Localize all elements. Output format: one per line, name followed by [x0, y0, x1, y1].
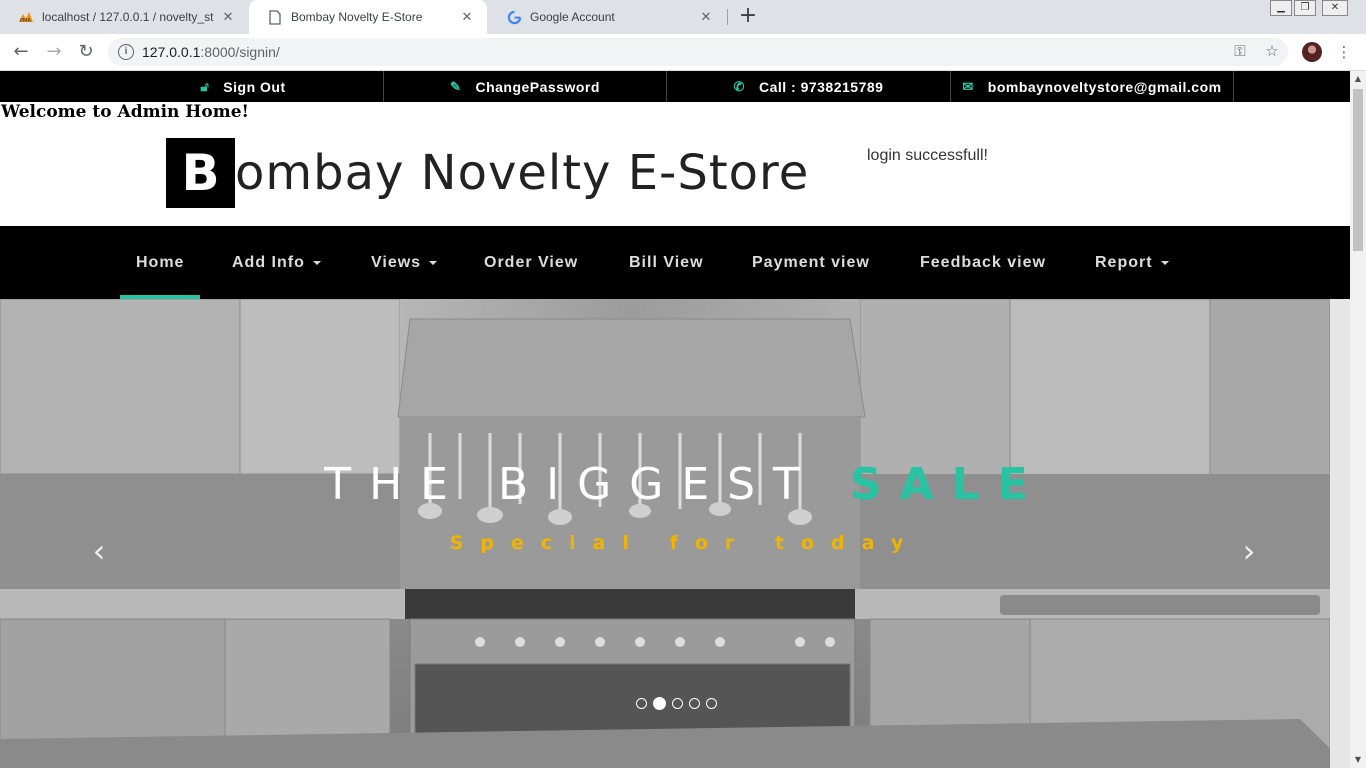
nav-views[interactable]: Views — [371, 226, 438, 299]
browser-tab-strip: PMA localhost / 127.0.0.1 / novelty_stc … — [0, 0, 1366, 34]
back-icon[interactable]: ← — [9, 40, 33, 64]
scrollbar-thumb[interactable] — [1353, 89, 1363, 251]
carousel-dot[interactable] — [672, 698, 683, 709]
logo-initial: B — [166, 138, 235, 208]
carousel-dot[interactable] — [706, 698, 717, 709]
hero-carousel: THE BIGGEST SALE Special for today ‹ › — [0, 299, 1350, 768]
main-navigation: Home Add Info Views Order View Bill View… — [0, 226, 1350, 299]
unlock-icon: 🔓︎ — [200, 78, 210, 94]
logo-text: ombay Novelty E-Store — [235, 145, 810, 201]
profile-avatar[interactable] — [1302, 42, 1322, 62]
welcome-heading: Welcome to Admin Home! — [1, 102, 249, 122]
page-viewport: 🔓︎ Sign Out ✎ ChangePassword ✆ Call : 97… — [0, 71, 1350, 768]
forward-icon[interactable]: → — [42, 40, 66, 64]
window-close-icon[interactable]: ✕ — [1322, 0, 1348, 16]
caret-down-icon — [312, 260, 321, 265]
carousel-next-icon[interactable]: › — [1234, 531, 1264, 571]
new-tab-button[interactable]: + — [736, 5, 760, 29]
tab-separator — [727, 9, 728, 25]
menu-icon[interactable]: ⋮ — [1334, 42, 1354, 62]
google-icon — [506, 9, 522, 25]
scroll-up-icon[interactable]: ▲ — [1350, 71, 1366, 87]
call-info: ✆ Call : 9738215789 — [733, 78, 884, 95]
edit-icon: ✎ — [450, 78, 462, 94]
nav-report[interactable]: Report — [1095, 226, 1169, 299]
caret-down-icon — [429, 260, 438, 265]
nav-home[interactable]: Home — [119, 226, 202, 299]
carousel-dot-active[interactable] — [653, 697, 666, 710]
hero-title: THE BIGGEST SALE — [324, 459, 1046, 510]
browser-tab-bombay[interactable]: Bombay Novelty E-Store ✕ — [249, 0, 487, 34]
url-text: 127.0.0.1:8000/signin/ — [142, 44, 280, 60]
browser-toolbar: ← → ↻ i 127.0.0.1:8000/signin/ ⚿ ☆ ⋮ — [0, 34, 1366, 71]
close-tab-icon[interactable]: ✕ — [220, 9, 236, 25]
phone-icon: ✆ — [733, 78, 745, 94]
top-contact-bar: 🔓︎ Sign Out ✎ ChangePassword ✆ Call : 97… — [0, 71, 1350, 102]
browser-tab-google[interactable]: Google Account ✕ — [488, 0, 726, 34]
nav-order-view[interactable]: Order View — [484, 226, 578, 299]
svg-text:PMA: PMA — [20, 18, 31, 23]
nav-payment-view[interactable]: Payment view — [752, 226, 870, 299]
page-scrollbar[interactable]: ▲ ▼ — [1350, 71, 1366, 768]
carousel-prev-icon[interactable]: ‹ — [84, 531, 114, 571]
restore-icon[interactable]: ❐ — [1294, 0, 1316, 16]
star-icon[interactable]: ☆ — [1262, 42, 1282, 62]
carousel-indicators — [636, 697, 717, 710]
nav-bill-view[interactable]: Bill View — [629, 226, 704, 299]
minimize-icon[interactable]: ▁ — [1270, 0, 1292, 16]
caret-down-icon — [1160, 260, 1169, 265]
scroll-down-icon[interactable]: ▼ — [1350, 752, 1366, 768]
nav-add-info[interactable]: Add Info — [232, 226, 321, 299]
carousel-dot[interactable] — [689, 698, 700, 709]
hero-subtitle: Special for today — [449, 532, 921, 554]
site-info-icon[interactable]: i — [118, 44, 134, 60]
nav-feedback-view[interactable]: Feedback view — [920, 226, 1046, 299]
envelope-icon: ✉ — [962, 78, 974, 94]
reload-icon[interactable]: ↻ — [74, 40, 98, 64]
email-link[interactable]: ✉ bombaynoveltystore@gmail.com — [951, 71, 1233, 102]
browser-tab-phpmyadmin[interactable]: PMA localhost / 127.0.0.1 / novelty_stc … — [0, 0, 248, 34]
key-icon[interactable]: ⚿ — [1230, 42, 1250, 62]
close-tab-icon[interactable]: ✕ — [698, 9, 714, 25]
login-status-message: login successfull! — [867, 147, 988, 164]
address-bar[interactable]: i 127.0.0.1:8000/signin/ ⚿ ☆ — [108, 38, 1288, 66]
close-tab-icon[interactable]: ✕ — [459, 9, 475, 25]
site-logo[interactable]: B ombay Novelty E-Store — [166, 138, 809, 208]
phpmyadmin-icon: PMA — [18, 9, 34, 25]
carousel-dot[interactable] — [636, 698, 647, 709]
divider — [1233, 71, 1234, 102]
sign-out-link[interactable]: 🔓︎ Sign Out — [190, 71, 296, 102]
page-icon — [267, 9, 283, 25]
change-password-link[interactable]: ✎ ChangePassword — [384, 71, 666, 102]
